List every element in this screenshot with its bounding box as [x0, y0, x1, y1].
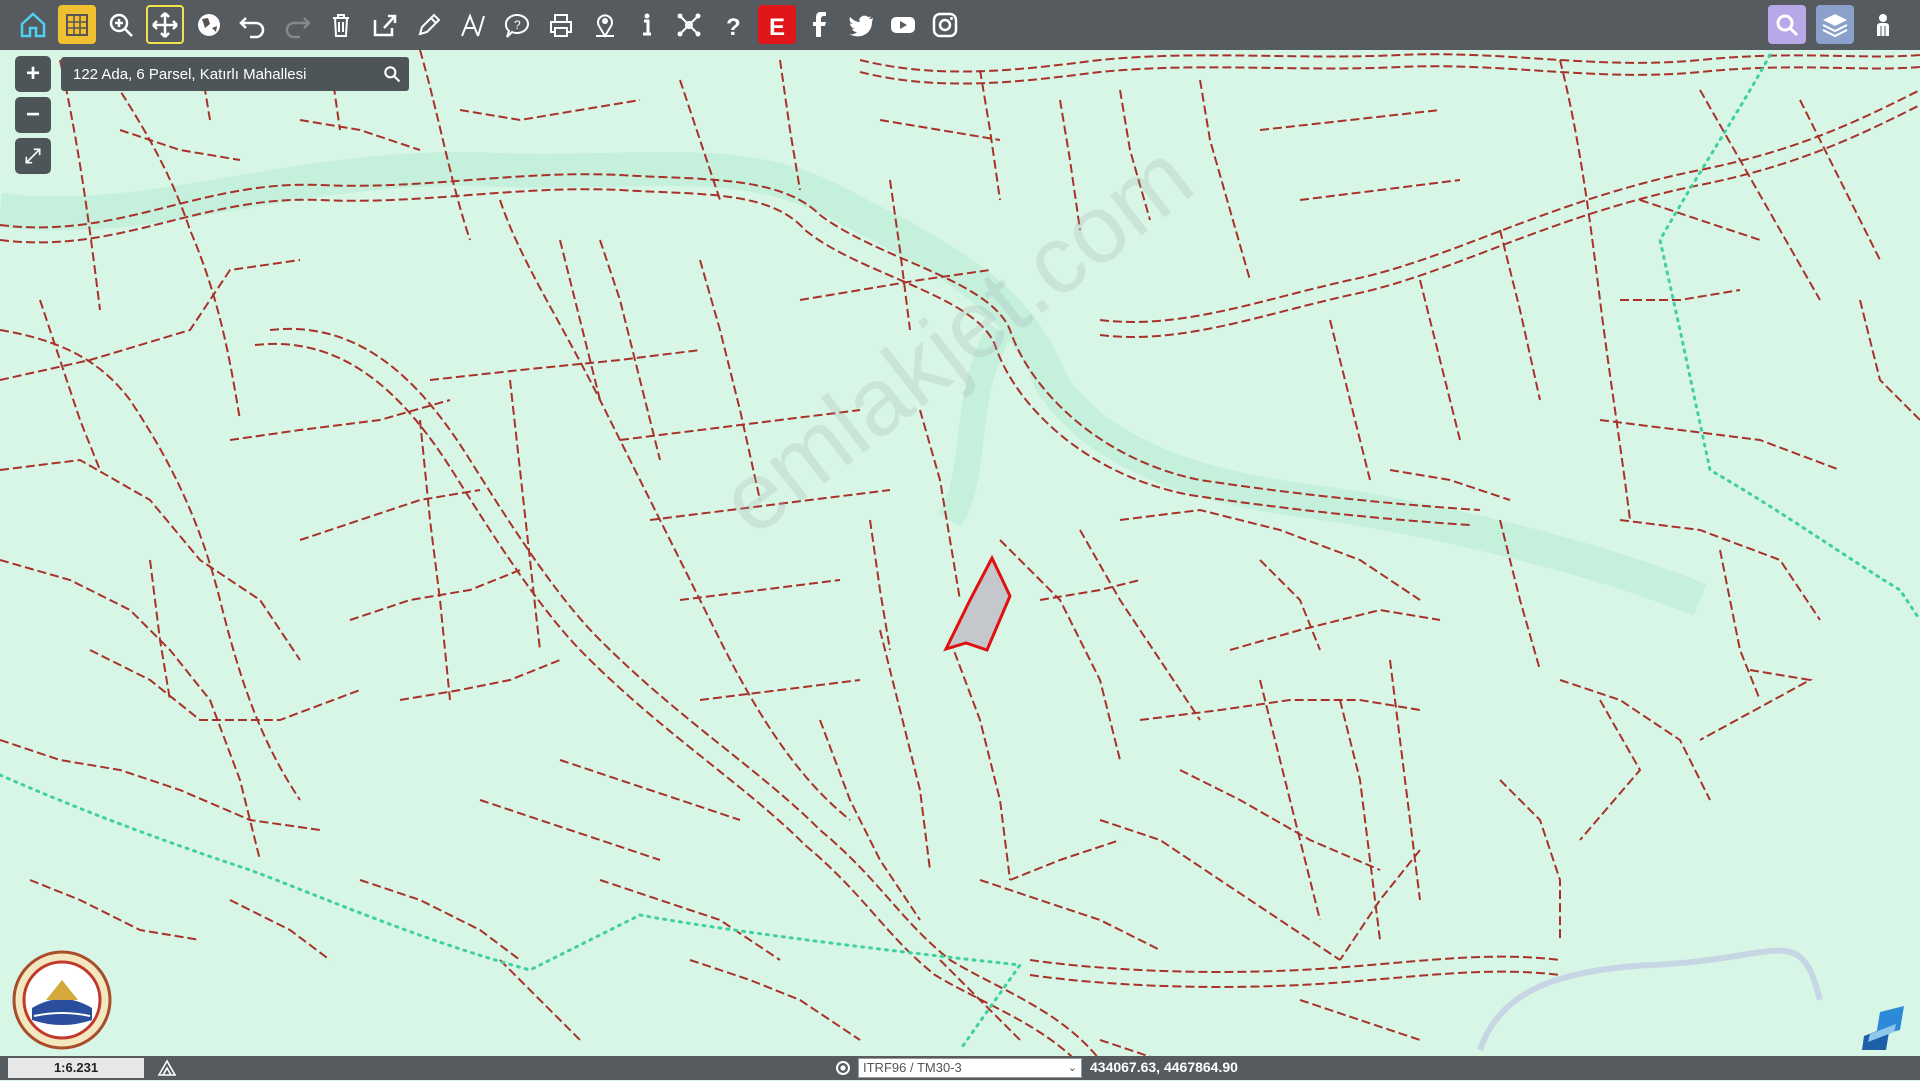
chevron-down-icon: ⌄	[1067, 1062, 1077, 1074]
user-button[interactable]	[1864, 5, 1902, 44]
network-icon	[677, 13, 701, 36]
search-submit-button[interactable]	[375, 57, 409, 91]
expand-icon	[25, 148, 41, 164]
twitter-icon	[849, 15, 873, 36]
search-icon	[1776, 14, 1799, 36]
search-icon	[384, 66, 401, 83]
print-icon	[550, 13, 572, 37]
trash-icon	[333, 13, 349, 37]
layers-icon	[1822, 13, 1848, 37]
globe-button[interactable]	[190, 5, 228, 44]
help-bubble-icon: ?	[505, 13, 529, 38]
measure-area-icon	[461, 12, 485, 36]
info-icon	[643, 13, 651, 35]
help-bubble-button[interactable]: ?	[498, 5, 536, 44]
e-devlet-button[interactable]: E	[758, 5, 796, 44]
home-button[interactable]	[14, 5, 52, 44]
zoom-in-button[interactable]	[102, 5, 140, 44]
crs-target-icon[interactable]	[834, 1059, 852, 1077]
redo-icon	[285, 16, 311, 38]
scale-display[interactable]: 1:6.231	[8, 1058, 144, 1078]
fullscreen-button[interactable]	[15, 138, 51, 174]
municipality-logo	[12, 950, 112, 1050]
grid-icon	[66, 13, 88, 36]
search-bar	[61, 57, 409, 91]
grid-button[interactable]	[58, 5, 96, 44]
layers-button[interactable]	[1816, 5, 1854, 44]
redo-button[interactable]	[278, 5, 316, 44]
globe-icon	[198, 13, 220, 36]
undo-button[interactable]	[234, 5, 272, 44]
instagram-icon	[932, 12, 958, 37]
facebook-icon	[813, 11, 826, 37]
location-pin-icon	[596, 13, 614, 38]
zoom-in-icon	[109, 13, 133, 37]
svg-text:?: ?	[726, 14, 741, 40]
coordinate-readout: 434067.63, 4467864.90	[1090, 1059, 1238, 1075]
twitter-button[interactable]	[842, 5, 880, 44]
measure-area-button[interactable]	[454, 5, 492, 44]
share-button[interactable]	[366, 5, 404, 44]
user-icon	[1877, 13, 1889, 36]
facebook-button[interactable]	[800, 5, 838, 44]
pan-button[interactable]	[146, 5, 184, 44]
crs-label: ITRF96 / TM30-3	[863, 1060, 962, 1075]
zoom-in-button[interactable]: +	[15, 56, 51, 92]
e-devlet-icon: E	[769, 14, 785, 40]
top-toolbar: ?? E	[0, 0, 1920, 50]
measure-icon[interactable]	[156, 1058, 178, 1078]
home-icon	[20, 11, 46, 37]
location-pin-button[interactable]	[586, 5, 624, 44]
share-icon	[373, 14, 397, 36]
pencil-button[interactable]	[410, 5, 448, 44]
instagram-button[interactable]	[926, 5, 964, 44]
brand-logo-icon	[1860, 1006, 1908, 1052]
parcel-map[interactable]	[0, 0, 1920, 1080]
network-button[interactable]	[670, 5, 708, 44]
youtube-button[interactable]	[884, 5, 922, 44]
youtube-icon	[891, 16, 915, 33]
question-button[interactable]: ?	[714, 5, 752, 44]
search-button[interactable]	[1768, 5, 1806, 44]
svg-text:?: ?	[514, 18, 521, 32]
trash-button[interactable]	[322, 5, 360, 44]
pan-icon	[152, 11, 178, 38]
status-bar: 1:6.231 ITRF96 / TM30-3 ⌄ 434067.63, 4467…	[0, 1056, 1920, 1080]
search-input[interactable]	[61, 57, 375, 91]
pencil-icon	[418, 13, 441, 35]
crs-select[interactable]: ITRF96 / TM30-3 ⌄	[858, 1058, 1082, 1078]
zoom-out-button[interactable]: −	[15, 97, 51, 133]
info-button[interactable]	[628, 5, 666, 44]
svg-text:E: E	[769, 14, 785, 40]
question-icon: ?	[726, 14, 741, 40]
undo-icon	[239, 16, 265, 38]
print-button[interactable]	[542, 5, 580, 44]
zoom-controls: + −	[15, 56, 51, 179]
